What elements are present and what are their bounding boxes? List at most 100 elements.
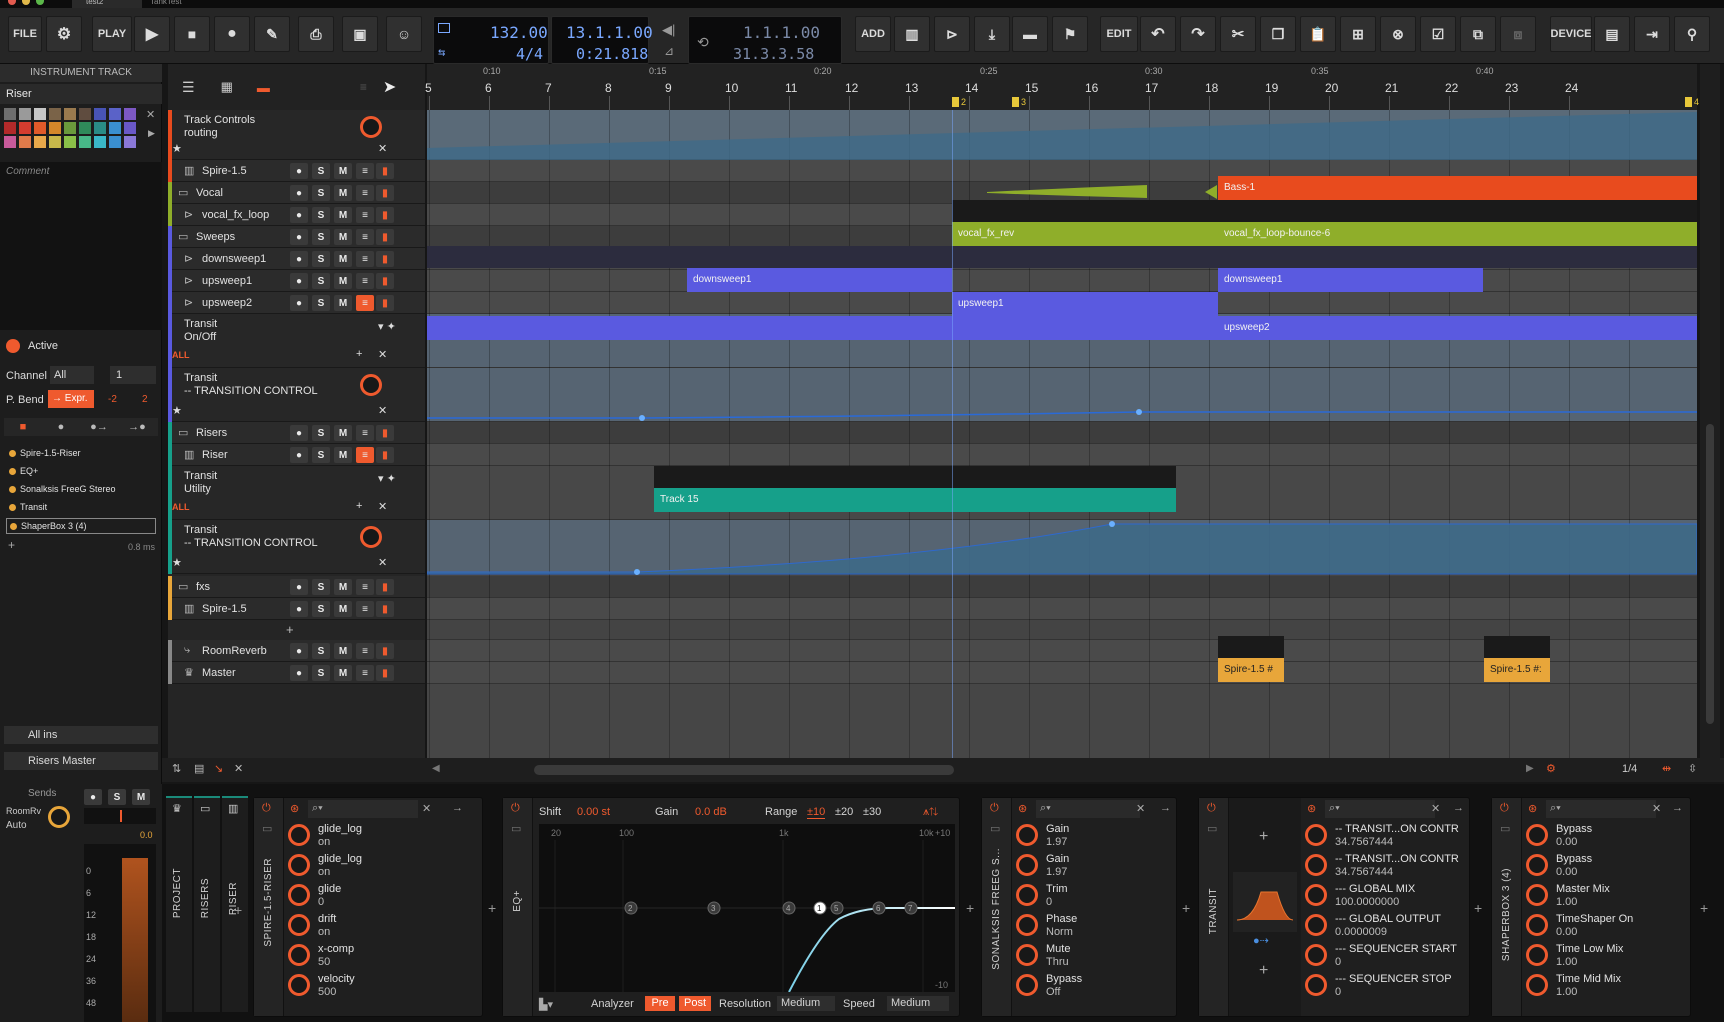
gain-value[interactable]: 0.0 dB: [695, 806, 727, 818]
add-device-icon[interactable]: +: [488, 900, 496, 916]
parameter-knob[interactable]: [288, 884, 310, 906]
select-all-icon[interactable]: ☑: [1420, 16, 1456, 52]
menu-icon[interactable]: ≡: [356, 447, 374, 463]
channel-select[interactable]: All: [50, 366, 94, 384]
fader-icon[interactable]: ▮: [376, 579, 394, 595]
track-header[interactable]: ⊳ upsweep1 ● S M ≡ ▮: [168, 270, 425, 292]
lane-parameter[interactable]: On/Off: [184, 331, 216, 343]
star-icon[interactable]: ★: [172, 556, 182, 569]
device-parameter[interactable]: Gain 1.97: [1016, 822, 1176, 850]
mute-button[interactable]: M: [334, 643, 352, 659]
star-icon[interactable]: ★: [172, 142, 182, 155]
bend-up-value[interactable]: 2: [142, 394, 148, 405]
file-button[interactable]: FILE: [8, 16, 42, 52]
spire-clip-1[interactable]: Spire-1.5 #: [1218, 658, 1284, 682]
track-name[interactable]: Spire-1.5: [202, 603, 247, 615]
parameter-knob[interactable]: [1526, 854, 1548, 876]
track-header[interactable]: ⤷ RoomReverb ● S M ≡ ▮: [168, 640, 425, 662]
automation-point[interactable]: [1136, 409, 1142, 415]
settings-gear-icon[interactable]: ⚙: [46, 16, 82, 52]
edit-button[interactable]: EDIT: [1100, 16, 1138, 52]
close-lane-icon[interactable]: ✕: [378, 404, 387, 417]
plugin-power-icon[interactable]: ⊛: [1307, 802, 1316, 815]
loop-toggle-icon[interactable]: ⟲: [697, 35, 709, 51]
duplicate-icon[interactable]: ⊞: [1340, 16, 1376, 52]
close-dot-icon[interactable]: [8, 0, 16, 5]
chain-column-project[interactable]: ♛ PROJECT: [166, 796, 192, 1012]
solo-button[interactable]: S: [312, 665, 330, 681]
track-name[interactable]: Riser: [202, 449, 228, 461]
param-search-input[interactable]: ⌕▾: [1325, 800, 1435, 818]
eq-band-handle[interactable]: 4: [782, 901, 796, 915]
parameter-knob[interactable]: [288, 974, 310, 996]
zoom-value[interactable]: 1/4: [1622, 763, 1637, 775]
automation-point[interactable]: [634, 569, 640, 575]
eq-curve[interactable]: [788, 907, 955, 993]
parameter-knob[interactable]: [1305, 974, 1327, 996]
track-name[interactable]: Sweeps: [196, 231, 235, 243]
track-header[interactable]: ⊳ downsweep1 ● S M ≡ ▮: [168, 248, 425, 270]
pre-roll-icon[interactable]: ⊿: [664, 44, 674, 58]
power-icon[interactable]: ⏻: [1207, 802, 1216, 815]
close-lane-icon[interactable]: ✕: [378, 348, 387, 361]
track-header[interactable]: ▭ Sweeps ● S M ≡ ▮: [168, 226, 425, 248]
parameter-knob[interactable]: [1016, 914, 1038, 936]
track-header[interactable]: Transit -- TRANSITION CONTROL ★ ✕: [168, 368, 425, 422]
lane-parameter[interactable]: routing: [184, 127, 218, 139]
color-swatch[interactable]: [64, 122, 76, 134]
device-button[interactable]: DEVICE: [1550, 16, 1592, 52]
track-header[interactable]: ▭ fxs ● S M ≡ ▮: [168, 576, 425, 598]
automation-point[interactable]: [1109, 521, 1115, 527]
device-insert-icon[interactable]: ⇥: [1634, 16, 1670, 52]
menu-icon[interactable]: ≡: [356, 579, 374, 595]
solo-button[interactable]: S: [312, 601, 330, 617]
record-arm-icon[interactable]: ●: [290, 163, 308, 179]
parameter-knob[interactable]: [1526, 884, 1548, 906]
project-tab[interactable]: test2: [72, 0, 142, 8]
mute-button[interactable]: M: [334, 425, 352, 441]
record-arm-icon[interactable]: ●: [290, 425, 308, 441]
track-header[interactable]: ⊳ vocal_fx_loop ● S M ≡ ▮: [168, 204, 425, 226]
solo-button[interactable]: S: [312, 273, 330, 289]
parameter-knob[interactable]: [1016, 854, 1038, 876]
close-lane-icon[interactable]: ✕: [378, 142, 387, 155]
pan-slider[interactable]: [84, 808, 156, 824]
track-name[interactable]: upsweep1: [202, 275, 252, 287]
record-arm-icon[interactable]: ●: [290, 251, 308, 267]
device-parameter[interactable]: Master Mix 1.00: [1526, 882, 1686, 910]
pre-button[interactable]: Pre: [645, 996, 675, 1011]
color-swatch[interactable]: [94, 136, 106, 148]
add-lane-icon[interactable]: +: [356, 348, 362, 360]
all-button[interactable]: ALL: [172, 502, 190, 512]
channel-number[interactable]: 1: [110, 366, 156, 384]
track-header[interactable]: ▥ Riser ● S M ≡ ▮: [168, 444, 425, 466]
groove-icon[interactable]: ☺: [386, 16, 422, 52]
parameter-knob[interactable]: [1305, 884, 1327, 906]
parameter-knob[interactable]: [1305, 854, 1327, 876]
solo-button[interactable]: S: [312, 579, 330, 595]
add-lane-icon[interactable]: +: [356, 500, 362, 512]
import-icon[interactable]: ⤓: [974, 16, 1010, 52]
close-search-icon[interactable]: ✕: [1431, 802, 1440, 815]
folder-icon[interactable]: ▭: [262, 822, 272, 835]
color-swatch[interactable]: [4, 108, 16, 120]
mute-button[interactable]: M: [334, 163, 352, 179]
menu-icon[interactable]: ≡: [356, 251, 374, 267]
comment-field[interactable]: Comment: [0, 162, 162, 330]
mute-button[interactable]: M: [334, 207, 352, 223]
parameter-knob[interactable]: [1526, 824, 1548, 846]
solo-button[interactable]: S: [312, 295, 330, 311]
palette-close-icon[interactable]: ✕: [146, 108, 155, 121]
color-swatch[interactable]: [19, 122, 31, 134]
expand-arrow-icon[interactable]: →: [1160, 802, 1171, 814]
track-name[interactable]: Master: [202, 667, 236, 679]
add-device-icon[interactable]: +: [1700, 900, 1708, 916]
vertical-scrollbar[interactable]: [1700, 64, 1720, 758]
parameter-knob[interactable]: [1016, 944, 1038, 966]
pin-icon[interactable]: ▾ ✦: [378, 472, 396, 485]
device-parameter[interactable]: Gain 1.97: [1016, 852, 1176, 880]
parameter-knob[interactable]: [288, 854, 310, 876]
power-icon[interactable]: ⏻: [511, 802, 520, 815]
parameter-knob[interactable]: [1526, 944, 1548, 966]
clip-launcher-icon[interactable]: ▬: [1012, 16, 1048, 52]
